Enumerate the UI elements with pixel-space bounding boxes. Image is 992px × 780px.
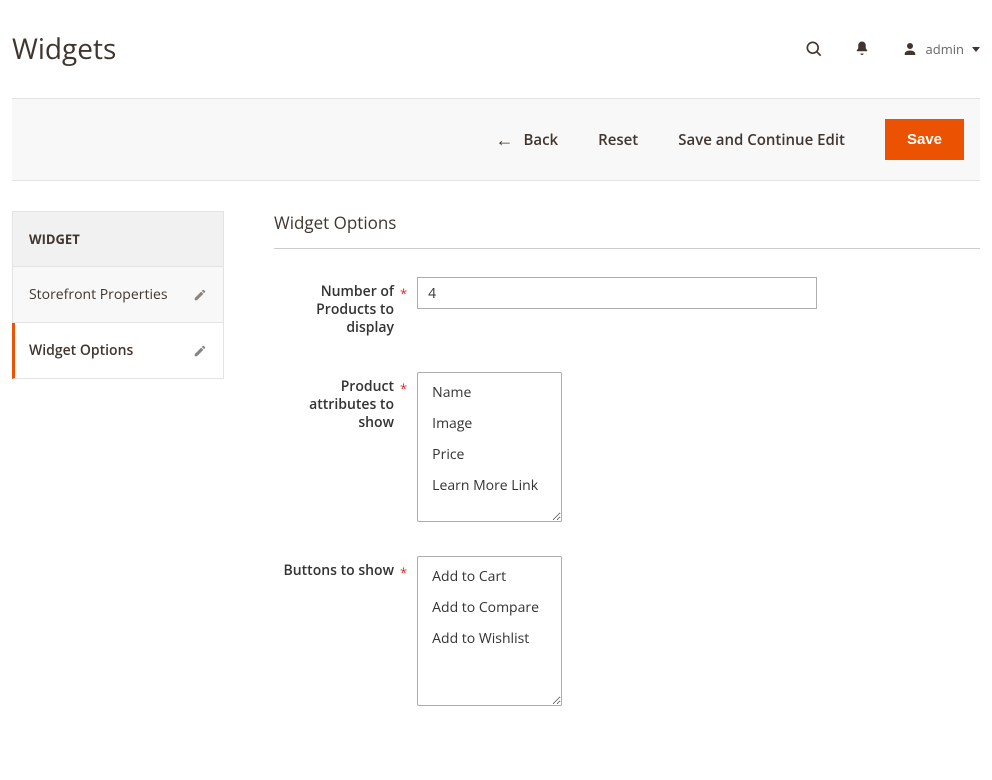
save-button[interactable]: Save [885, 119, 964, 160]
required-mark: * [400, 372, 407, 397]
field-buttons-to-show: Buttons to show * Add to Cart Add to Com… [274, 556, 980, 706]
sidebar-item-label: Widget Options [29, 341, 133, 360]
field-label: Number of Products to display [274, 277, 394, 338]
sidebar-item-storefront-properties[interactable]: Storefront Properties [12, 266, 224, 323]
bell-icon[interactable] [852, 39, 872, 59]
section-title: Widget Options [274, 211, 980, 249]
option[interactable]: Image [418, 408, 561, 439]
pencil-icon [193, 288, 207, 302]
option[interactable]: Price [418, 439, 561, 470]
actions-bar: ← Back Reset Save and Continue Edit Save [12, 98, 980, 181]
user-icon [900, 39, 920, 59]
arrow-left-icon: ← [496, 131, 514, 149]
chevron-down-icon [972, 47, 980, 52]
sidebar: Widget Storefront Properties Widget Opti… [12, 211, 224, 379]
sidebar-item-label: Storefront Properties [29, 285, 168, 304]
option[interactable]: Add to Compare [418, 592, 561, 623]
user-menu[interactable]: admin [900, 39, 980, 59]
sidebar-item-widget-options[interactable]: Widget Options [12, 323, 224, 379]
number-products-input[interactable] [417, 277, 817, 309]
user-name: admin [926, 40, 964, 58]
main-content: Widget Options Number of Products to dis… [274, 211, 980, 740]
buttons-to-show-select[interactable]: Add to Cart Add to Compare Add to Wishli… [417, 556, 562, 706]
field-label: Product attributes to show [274, 372, 394, 433]
reset-button[interactable]: Reset [598, 130, 638, 150]
back-label: Back [524, 130, 559, 150]
sidebar-title: Widget [12, 211, 224, 266]
option[interactable]: Add to Wishlist [418, 623, 561, 654]
required-mark: * [400, 556, 407, 581]
field-number-products: Number of Products to display * [274, 277, 980, 338]
page-header: Widgets admin [12, 10, 980, 98]
option[interactable]: Name [418, 377, 561, 408]
required-mark: * [400, 277, 407, 302]
product-attributes-select[interactable]: Name Image Price Learn More Link [417, 372, 562, 522]
back-button[interactable]: ← Back [496, 130, 559, 150]
page-title: Widgets [12, 30, 804, 68]
option[interactable]: Learn More Link [418, 470, 561, 501]
save-continue-button[interactable]: Save and Continue Edit [678, 130, 845, 150]
field-product-attributes: Product attributes to show * Name Image … [274, 372, 980, 522]
pencil-icon [193, 344, 207, 358]
option[interactable]: Add to Cart [418, 561, 561, 592]
field-label: Buttons to show [274, 556, 394, 580]
search-icon[interactable] [804, 39, 824, 59]
